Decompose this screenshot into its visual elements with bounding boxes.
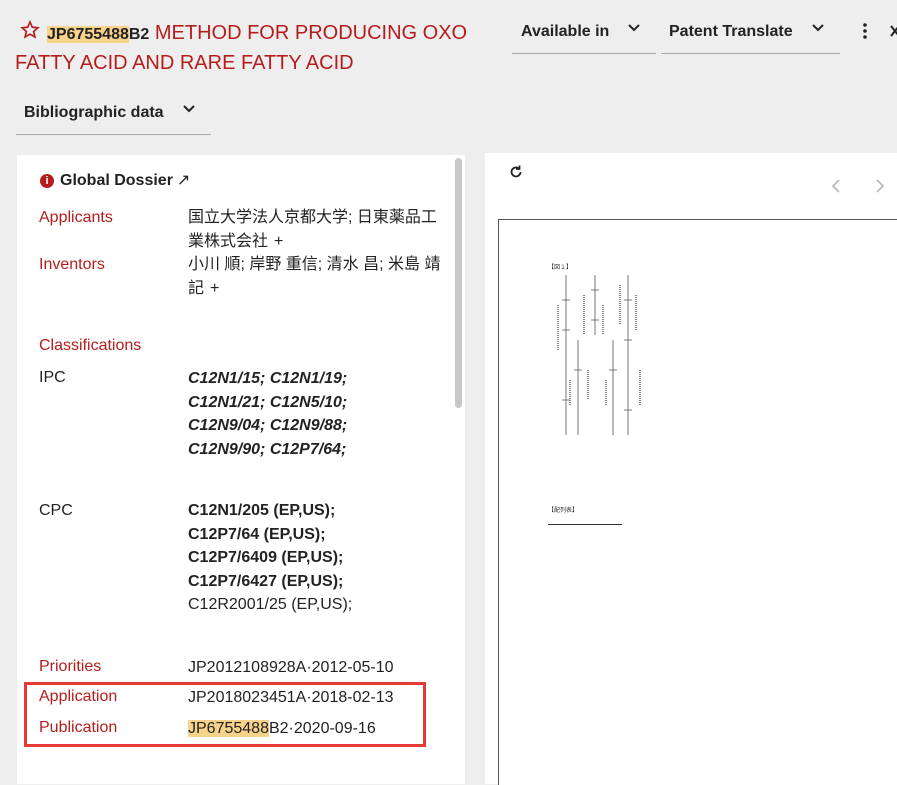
chevron-down-icon (812, 24, 824, 32)
applicants-value: 国立大学法人京都大学; 日東薬品工業株式会社+ (188, 206, 448, 253)
rotate-icon[interactable] (508, 164, 524, 180)
cpc-label: CPC (39, 502, 73, 520)
close-icon[interactable] (889, 22, 897, 40)
priorities-label: Priorities (39, 658, 101, 676)
applicants-label: Applicants (39, 209, 113, 227)
pub-number-highlight: JP6755488 (47, 26, 129, 43)
ipc-values: C12N1/15; C12N1/19; C12N1/21; C12N5/10; … (188, 367, 448, 461)
annotation-highlight-box (24, 682, 426, 747)
patent-title: JP6755488B2 METHOD FOR PRODUCING OXO FAT… (15, 19, 495, 77)
global-dossier-link[interactable]: iGlobal Dossier↗ (40, 170, 190, 190)
priorities-value[interactable]: JP2012108928A·2012-05-10 (188, 656, 448, 680)
patent-translate-dropdown[interactable]: Patent Translate (661, 13, 840, 54)
expand-applicants-button[interactable]: + (274, 233, 283, 250)
cpc-line[interactable]: C12P7/6409 (EP,US); (188, 546, 448, 570)
cpc-line[interactable]: C12N1/205 (EP,US); (188, 499, 448, 523)
next-page-icon[interactable] (873, 178, 887, 194)
ipc-label: IPC (39, 369, 66, 387)
reference-caption: 【配列表】 (548, 505, 622, 525)
external-link-icon: ↗ (177, 172, 190, 189)
more-options-icon[interactable] (858, 22, 872, 40)
figure-drawing (548, 270, 648, 440)
available-in-label: Available in (521, 23, 609, 41)
ipc-line[interactable]: C12N1/21; C12N5/10; (188, 391, 448, 415)
inventors-label: Inventors (39, 256, 105, 274)
chevron-down-icon (183, 105, 195, 113)
cpc-line[interactable]: C12P7/64 (EP,US); (188, 523, 448, 547)
patent-translate-label: Patent Translate (669, 23, 793, 41)
cpc-line[interactable]: C12P7/6427 (EP,US); (188, 570, 448, 594)
cpc-line[interactable]: C12R2001/25 (EP,US); (188, 593, 448, 617)
available-in-dropdown[interactable]: Available in (512, 13, 656, 54)
ipc-line[interactable]: C12N9/90; C12P7/64; (188, 438, 448, 462)
ipc-line[interactable]: C12N9/04; C12N9/88; (188, 414, 448, 438)
cpc-values: C12N1/205 (EP,US); C12P7/64 (EP,US); C12… (188, 499, 448, 617)
expand-inventors-button[interactable]: + (210, 280, 219, 297)
bibliographic-data-label: Bibliographic data (24, 104, 164, 122)
bibliographic-data-dropdown[interactable]: Bibliographic data (16, 94, 211, 135)
info-icon: i (40, 174, 54, 188)
inventors-value: 小川 順; 岸野 重信; 清水 昌; 米島 靖記+ (188, 253, 448, 300)
ipc-line[interactable]: C12N1/15; C12N1/19; (188, 367, 448, 391)
previous-page-icon[interactable] (829, 178, 843, 194)
classifications-heading: Classifications (39, 337, 141, 355)
scrollbar-thumb[interactable] (455, 158, 462, 408)
chevron-down-icon (628, 24, 640, 32)
